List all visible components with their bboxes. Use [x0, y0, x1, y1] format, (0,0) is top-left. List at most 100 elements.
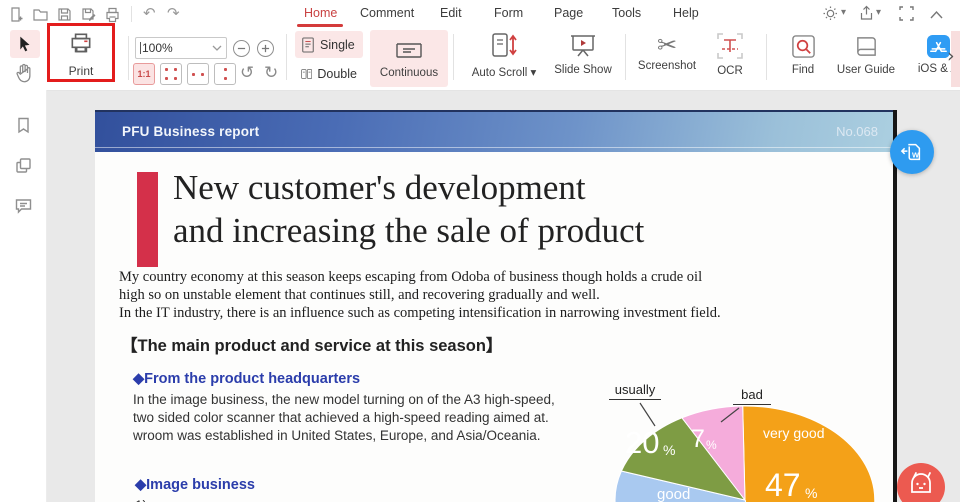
- divider: [128, 36, 129, 80]
- minus-icon: [237, 44, 246, 53]
- scissors-icon: ✂: [632, 28, 702, 60]
- share-caret-icon[interactable]: ▾: [876, 4, 881, 21]
- divider: [453, 34, 454, 80]
- svg-text:W: W: [912, 151, 919, 160]
- divider: [131, 6, 132, 22]
- print-button[interactable]: Print: [50, 26, 112, 79]
- continuous-icon: [396, 38, 422, 58]
- hand-icon: [13, 62, 35, 84]
- auto-scroll-label: Auto Scroll: [472, 67, 528, 79]
- tab-comment[interactable]: Comment: [360, 6, 414, 20]
- chevron-down-icon: [212, 45, 222, 51]
- convert-to-word-button[interactable]: W: [890, 130, 934, 174]
- robot-icon: [906, 471, 936, 501]
- print-icon: [68, 31, 94, 57]
- slide-show-label: Slide Show: [548, 64, 618, 76]
- fit-page-button[interactable]: [160, 63, 182, 85]
- percent-sign: %: [663, 442, 675, 458]
- satisfaction-pie-chart: 20 % 7 % very good 47 % good: [95, 110, 893, 502]
- zoom-in-button[interactable]: [257, 40, 274, 57]
- tab-form[interactable]: Form: [494, 6, 523, 20]
- divider: [286, 34, 287, 80]
- save-as-icon[interactable]: [80, 6, 97, 23]
- bookmarks-icon[interactable]: [14, 116, 33, 135]
- tab-page[interactable]: Page: [554, 6, 583, 20]
- comments-panel-icon[interactable]: [14, 196, 33, 215]
- usually-leader-line: [640, 403, 655, 426]
- share-icon[interactable]: [858, 5, 875, 22]
- usually-value: 20: [625, 425, 659, 460]
- double-page-icon: [301, 66, 312, 82]
- theme-brightness-icon[interactable]: [822, 5, 839, 22]
- new-file-icon[interactable]: [8, 6, 25, 23]
- bad-value: 7: [691, 425, 705, 453]
- quick-print-icon[interactable]: [104, 6, 121, 23]
- divider: [625, 34, 626, 80]
- fit-width-button[interactable]: [187, 63, 209, 85]
- zoom-level-combobox[interactable]: 100%: [135, 37, 227, 59]
- save-icon[interactable]: [56, 6, 73, 23]
- ocr-icon: [716, 32, 744, 60]
- double-label: Double: [317, 67, 357, 81]
- plus-icon: [261, 44, 270, 53]
- tab-help[interactable]: Help: [673, 6, 699, 20]
- screenshot-label: Screenshot: [632, 60, 702, 72]
- hand-tool-button[interactable]: [13, 62, 35, 84]
- word-convert-icon: W: [900, 140, 924, 164]
- divider: [766, 34, 767, 80]
- very-good-label: very good: [763, 425, 824, 441]
- continuous-button[interactable]: Continuous: [370, 30, 448, 87]
- user-guide-icon: [854, 34, 879, 59]
- actual-size-button[interactable]: 1:1: [133, 63, 155, 85]
- caret-down-icon: ▾: [531, 67, 537, 79]
- find-icon: [791, 34, 816, 59]
- tab-home[interactable]: Home: [304, 6, 337, 20]
- single-label: Single: [320, 38, 355, 52]
- user-guide-button[interactable]: User Guide: [836, 32, 896, 86]
- fullscreen-icon[interactable]: [898, 5, 915, 22]
- zoom-out-button[interactable]: [233, 40, 250, 57]
- usually-callout: usually: [609, 382, 661, 400]
- single-page-icon: [301, 37, 315, 53]
- good-label: good: [657, 486, 690, 502]
- theme-caret-icon[interactable]: ▾: [841, 4, 846, 21]
- user-guide-label: User Guide: [836, 64, 896, 76]
- menu-bar: ↶ ↷ Home Comment Edit Form Page Tools He…: [0, 0, 960, 28]
- ocr-label: OCR: [709, 65, 751, 77]
- ai-assistant-button[interactable]: [897, 463, 945, 502]
- redo-icon[interactable]: ↷: [167, 5, 180, 22]
- cursor-arrow-icon: [13, 33, 35, 55]
- double-page-button[interactable]: Double: [295, 60, 363, 87]
- slide-show-button[interactable]: Slide Show: [548, 30, 618, 86]
- continuous-label: Continuous: [370, 67, 448, 79]
- active-tab-underline: [297, 24, 343, 27]
- toolbar-expand-icon[interactable]: ›: [947, 48, 955, 65]
- single-page-button[interactable]: Single: [295, 31, 363, 58]
- rotate-right-icon[interactable]: ↻: [264, 62, 278, 84]
- screenshot-button[interactable]: ✂ Screenshot: [632, 28, 702, 86]
- slide-show-icon: [569, 33, 597, 59]
- tab-edit[interactable]: Edit: [440, 6, 462, 20]
- undo-icon[interactable]: ↶: [143, 5, 156, 22]
- find-label: Find: [784, 64, 822, 76]
- tab-tools[interactable]: Tools: [612, 6, 641, 20]
- print-label: Print: [50, 64, 112, 78]
- zoom-value: 100%: [142, 41, 173, 55]
- navigation-sidebar: [0, 90, 47, 502]
- open-folder-icon[interactable]: [32, 6, 49, 23]
- very-good-value: 47: [765, 467, 801, 502]
- app-window: ↶ ↷ Home Comment Edit Form Page Tools He…: [0, 0, 960, 502]
- auto-scroll-button[interactable]: Auto Scroll ▾: [458, 30, 550, 86]
- select-tool-button[interactable]: [10, 30, 40, 58]
- bad-callout: bad: [733, 387, 771, 405]
- page-thumbnails-icon[interactable]: [14, 156, 33, 175]
- rotate-left-icon[interactable]: ↺: [240, 62, 254, 84]
- fit-height-button[interactable]: [214, 63, 236, 85]
- percent-sign: %: [706, 438, 717, 452]
- find-button[interactable]: Find: [784, 32, 822, 86]
- collapse-ribbon-icon[interactable]: [928, 7, 945, 24]
- text-cursor: [140, 42, 141, 54]
- ocr-button[interactable]: OCR: [709, 30, 751, 86]
- percent-sign: %: [805, 485, 817, 501]
- pdf-page[interactable]: PFU Business report No.068 New customer'…: [95, 110, 897, 502]
